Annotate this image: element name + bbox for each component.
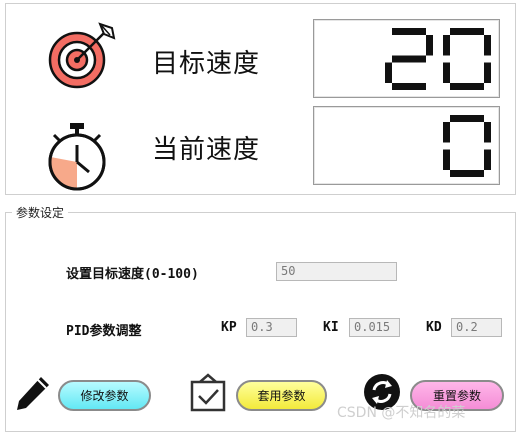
lcd-segment [385,62,392,83]
lcd-segment [426,34,433,55]
apply-params-button[interactable]: 套用参数 [236,380,327,411]
parameter-group-title: 参数设定 [12,204,69,221]
lcd-segment [443,62,450,83]
lcd-segment [443,121,450,142]
target-icon [44,20,122,90]
modify-params-button[interactable]: 修改参数 [58,380,151,411]
pid-tuning-label: PID参数调整 [66,324,142,339]
lcd-segment [484,121,491,142]
target-speed-digits [385,27,491,90]
lcd-segment [450,169,484,177]
ki-label: KI [323,320,339,335]
lcd-segment [392,27,426,35]
lcd-segment [392,55,426,62]
ki-input[interactable]: 0.015 [349,318,400,337]
watermark: CSDN @不知名的菜 [337,405,466,421]
lcd-segment [484,62,491,83]
lcd-segment [443,149,450,170]
lcd-segment [484,149,491,170]
target-speed-input[interactable]: 50 [276,262,397,281]
pen-icon [14,374,52,412]
kd-input[interactable]: 0.2 [451,318,502,337]
target-speed-label: 目标速度 [152,49,261,79]
kp-label: KP [221,320,237,335]
checkbox-icon [190,372,228,412]
kp-input[interactable]: 0.3 [246,318,297,337]
lcd-segment [450,114,484,122]
lcd-segment [450,82,484,90]
lcd-segment [450,27,484,35]
set-target-speed-label: 设置目标速度(0-100) [66,267,199,282]
target-speed-display: 20 [313,19,500,98]
lcd-segment [392,82,426,90]
current-speed-label: 当前速度 [152,135,261,165]
current-speed-display: 0 [313,106,500,185]
current-speed-digits [443,114,491,177]
lcd-segment [443,34,450,55]
lcd-segment [484,34,491,55]
stopwatch-icon [44,121,110,191]
kd-label: KD [426,320,442,335]
